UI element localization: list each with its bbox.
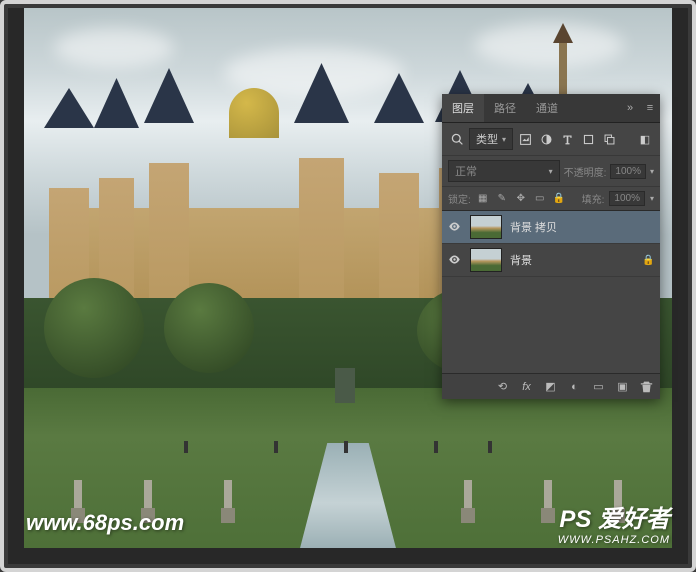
lock-label: 锁定: <box>448 191 471 206</box>
chevron-down-icon: ▾ <box>502 135 506 144</box>
filter-type-label: 类型 <box>476 131 498 147</box>
layers-list: 背景 拷贝 背景 🔒 <box>442 211 660 373</box>
layers-panel: 图层 路径 通道 » ≡ 类型 ▾ ◧ 正常 ▾ 不透明度: 100% ▾ 锁定… <box>442 94 660 399</box>
fill-label: 填充: <box>582 191 605 206</box>
adjustment-filter-icon[interactable] <box>537 130 555 148</box>
layer-row[interactable]: 背景 拷贝 <box>442 211 660 244</box>
workspace: www.68ps.com PS 爱好者 WWW.PSAHZ.COM 图层 路径 … <box>8 8 688 564</box>
lock-pixels-icon[interactable]: ▦ <box>476 192 490 206</box>
delete-icon[interactable] <box>639 379 654 394</box>
blend-mode-select[interactable]: 正常 ▾ <box>448 160 560 182</box>
chevron-down-icon: ▾ <box>549 167 553 176</box>
lock-artboard-icon[interactable]: ▭ <box>533 192 547 206</box>
watermark-right: PS 爱好者 WWW.PSAHZ.COM <box>558 499 670 546</box>
panel-collapse-icon[interactable]: » <box>620 102 640 114</box>
chevron-down-icon[interactable]: ▾ <box>650 194 654 203</box>
watermark-right-main: PS 爱好者 <box>558 499 670 534</box>
blend-mode-label: 正常 <box>455 163 477 179</box>
layer-mask-icon[interactable]: ◩ <box>543 379 558 394</box>
layer-filter-row: 类型 ▾ ◧ <box>442 123 660 156</box>
filter-type-select[interactable]: 类型 ▾ <box>469 128 513 150</box>
watermark-right-sub: WWW.PSAHZ.COM <box>558 534 670 546</box>
filter-toggle-icon[interactable]: ◧ <box>636 130 654 148</box>
group-icon[interactable]: ▭ <box>591 379 606 394</box>
chevron-down-icon[interactable]: ▾ <box>650 167 654 176</box>
panel-footer: ⟲ fx ◩ ◐ ▭ ▣ <box>442 373 660 399</box>
app-frame: www.68ps.com PS 爱好者 WWW.PSAHZ.COM 图层 路径 … <box>0 0 696 572</box>
watermark-left: www.68ps.com <box>26 510 184 536</box>
visibility-icon[interactable] <box>448 220 462 234</box>
blend-row: 正常 ▾ 不透明度: 100% ▾ <box>442 156 660 187</box>
fill-value[interactable]: 100% <box>609 191 645 206</box>
layer-name[interactable]: 背景 <box>510 252 634 268</box>
tab-channels[interactable]: 通道 <box>526 94 568 122</box>
image-filter-icon[interactable] <box>516 130 534 148</box>
layer-row[interactable]: 背景 🔒 <box>442 244 660 277</box>
link-layers-icon[interactable]: ⟲ <box>495 379 510 394</box>
layer-thumbnail[interactable] <box>470 248 502 272</box>
tab-layers[interactable]: 图层 <box>442 94 484 122</box>
opacity-value[interactable]: 100% <box>610 164 646 179</box>
new-layer-icon[interactable]: ▣ <box>615 379 630 394</box>
layer-fx-icon[interactable]: fx <box>519 379 534 394</box>
panel-menu-icon[interactable]: ≡ <box>640 102 660 114</box>
opacity-label: 不透明度: <box>564 164 607 179</box>
layer-name[interactable]: 背景 拷贝 <box>510 219 654 235</box>
lock-all-icon[interactable]: 🔒 <box>552 192 566 206</box>
visibility-icon[interactable] <box>448 253 462 267</box>
panel-tabs: 图层 路径 通道 » ≡ <box>442 94 660 123</box>
smart-filter-icon[interactable] <box>600 130 618 148</box>
layer-thumbnail[interactable] <box>470 215 502 239</box>
lock-position-icon[interactable]: ✥ <box>514 192 528 206</box>
tab-paths[interactable]: 路径 <box>484 94 526 122</box>
text-filter-icon[interactable] <box>558 130 576 148</box>
lock-icon: 🔒 <box>642 255 654 266</box>
lock-brush-icon[interactable]: ✎ <box>495 192 509 206</box>
adjustment-layer-icon[interactable]: ◐ <box>567 379 582 394</box>
shape-filter-icon[interactable] <box>579 130 597 148</box>
lock-row: 锁定: ▦ ✎ ✥ ▭ 🔒 填充: 100% ▾ <box>442 187 660 211</box>
search-icon[interactable] <box>448 130 466 148</box>
